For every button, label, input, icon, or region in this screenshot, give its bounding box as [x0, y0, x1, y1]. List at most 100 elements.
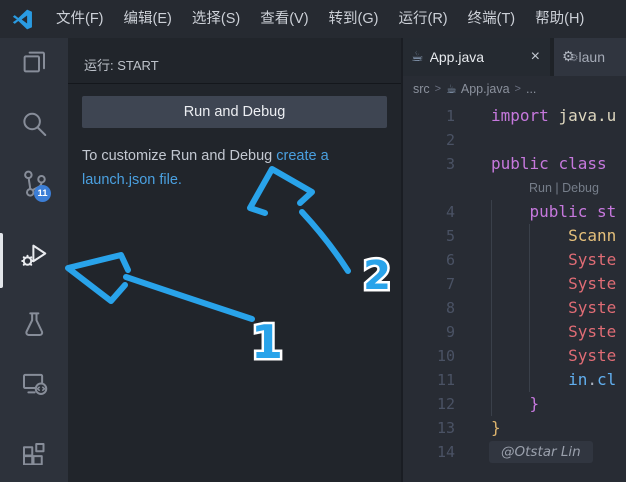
breadcrumb-more[interactable]: ...	[526, 82, 536, 96]
token: Scann	[568, 226, 616, 245]
codelens-run-debug[interactable]: Run | Debug	[529, 176, 599, 200]
token	[491, 202, 530, 221]
token: cl	[597, 370, 616, 389]
token: import	[491, 106, 549, 125]
tab-app-java[interactable]: ☕ App.java ×	[403, 38, 550, 76]
search-icon	[19, 109, 49, 139]
token	[491, 298, 568, 317]
code-line: 1import java.u	[403, 104, 626, 128]
token: Syste	[568, 346, 616, 365]
breadcrumb-file[interactable]: App.java	[461, 82, 510, 96]
gear-icon: ⚙⚙	[562, 49, 574, 65]
line-number: 6	[403, 248, 455, 272]
token: st	[597, 202, 616, 221]
line-number: 10	[403, 344, 455, 368]
chevron-right-icon: >	[515, 83, 521, 95]
code-line: 11 in.cl	[403, 368, 626, 392]
token	[607, 154, 617, 173]
chevron-right-icon: >	[435, 83, 441, 95]
token	[549, 106, 559, 125]
line-number: 2	[403, 128, 455, 152]
line-number: 4	[403, 200, 455, 224]
breadcrumb-root[interactable]: src	[413, 82, 430, 96]
codelens-row: Run | Debug	[403, 176, 626, 200]
token	[491, 250, 568, 269]
code-text: }	[491, 416, 501, 440]
tab-bar: ☕ App.java × ⚙⚙ laun	[403, 38, 626, 76]
activity-bar: 11	[0, 38, 69, 482]
breadcrumb: src > ☕ App.java > ...	[403, 76, 626, 102]
token	[491, 370, 568, 389]
vscode-logo-icon	[12, 9, 33, 30]
tab-label: App.java	[430, 49, 484, 65]
code-line: 5 Scann	[403, 224, 626, 248]
menu-goto[interactable]: 转到(G)	[319, 0, 389, 38]
token	[491, 226, 568, 245]
run-and-debug-button[interactable]: Run and Debug	[82, 96, 387, 128]
editor-group: ☕ App.java × ⚙⚙ laun src > ☕ App.java > …	[401, 38, 626, 482]
line-number: 9	[403, 320, 455, 344]
token	[549, 154, 559, 173]
line-number: 5	[403, 224, 455, 248]
menu-run[interactable]: 运行(R)	[388, 0, 457, 38]
customize-hint-text: To customize Run and Debug create a laun…	[82, 144, 384, 192]
remote-explorer-icon	[19, 368, 49, 398]
code-line: 13}	[403, 416, 626, 440]
code-text: import java.u	[491, 104, 616, 128]
token: public	[530, 202, 588, 221]
menu-help[interactable]: 帮助(H)	[525, 0, 594, 38]
code-text: public class	[491, 152, 616, 176]
line-number: 11	[403, 368, 455, 392]
files-icon	[19, 47, 49, 77]
sidebar-item-remote-explorer[interactable]	[0, 368, 68, 412]
line-number: 13	[403, 416, 455, 440]
code-area[interactable]: 1import java.u23public class Run | Debug…	[403, 104, 626, 482]
tab-launch-json[interactable]: ⚙⚙ laun	[554, 38, 626, 76]
code-text: }	[491, 392, 539, 416]
token: java.u	[558, 106, 616, 125]
hint-prefix: To customize Run and Debug	[82, 148, 276, 164]
title-bar: 文件(F)编辑(E)选择(S)查看(V)转到(G)运行(R)终端(T)帮助(H)	[0, 0, 626, 38]
menu-file[interactable]: 文件(F)	[46, 0, 114, 38]
code-line: 4 public st	[403, 200, 626, 224]
token: }	[530, 394, 540, 413]
code-line: 8 Syste	[403, 296, 626, 320]
code-text: Syste	[491, 320, 616, 344]
line-number: 8	[403, 296, 455, 320]
panel-content: Run and Debug To customize Run and Debug…	[68, 83, 401, 192]
sidebar-item-explorer[interactable]	[0, 47, 68, 91]
tab-label: laun	[579, 49, 605, 65]
menu-terminal[interactable]: 终端(T)	[458, 0, 526, 38]
sidebar-item-search[interactable]	[0, 109, 68, 153]
code-line: 2	[403, 128, 626, 152]
token: Syste	[568, 298, 616, 317]
code-line: 10 Syste	[403, 344, 626, 368]
extensions-icon	[19, 435, 49, 465]
vscode-window: { "titlebar": { "menus": [ {"id": "file"…	[0, 0, 626, 482]
close-tab-icon[interactable]: ×	[529, 48, 542, 66]
line-number: 7	[403, 272, 455, 296]
token: .	[587, 370, 597, 389]
panel-header: 运行: START	[68, 38, 401, 83]
sidebar-item-source-control[interactable]: 11	[0, 168, 68, 212]
menu-view[interactable]: 查看(V)	[250, 0, 318, 38]
code-text: Syste	[491, 344, 616, 368]
code-line: 14@Otstar Lin	[403, 440, 626, 464]
sidebar-item-extensions[interactable]	[0, 435, 68, 479]
menu-edit[interactable]: 编辑(E)	[114, 0, 182, 38]
token: Syste	[568, 274, 616, 293]
menu-selection[interactable]: 选择(S)	[182, 0, 250, 38]
token	[491, 346, 568, 365]
sidebar-item-run-debug[interactable]	[0, 240, 68, 284]
token: Syste	[568, 250, 616, 269]
code-text: Syste	[491, 272, 616, 296]
java-icon: ☕	[446, 82, 457, 96]
line-number: 12	[403, 392, 455, 416]
token: in	[568, 370, 587, 389]
code-text: in.cl	[491, 368, 616, 392]
token: public	[491, 154, 549, 173]
code-line: 9 Syste	[403, 320, 626, 344]
sidebar-item-testing[interactable]	[0, 309, 68, 353]
token	[491, 274, 568, 293]
token	[491, 322, 568, 341]
